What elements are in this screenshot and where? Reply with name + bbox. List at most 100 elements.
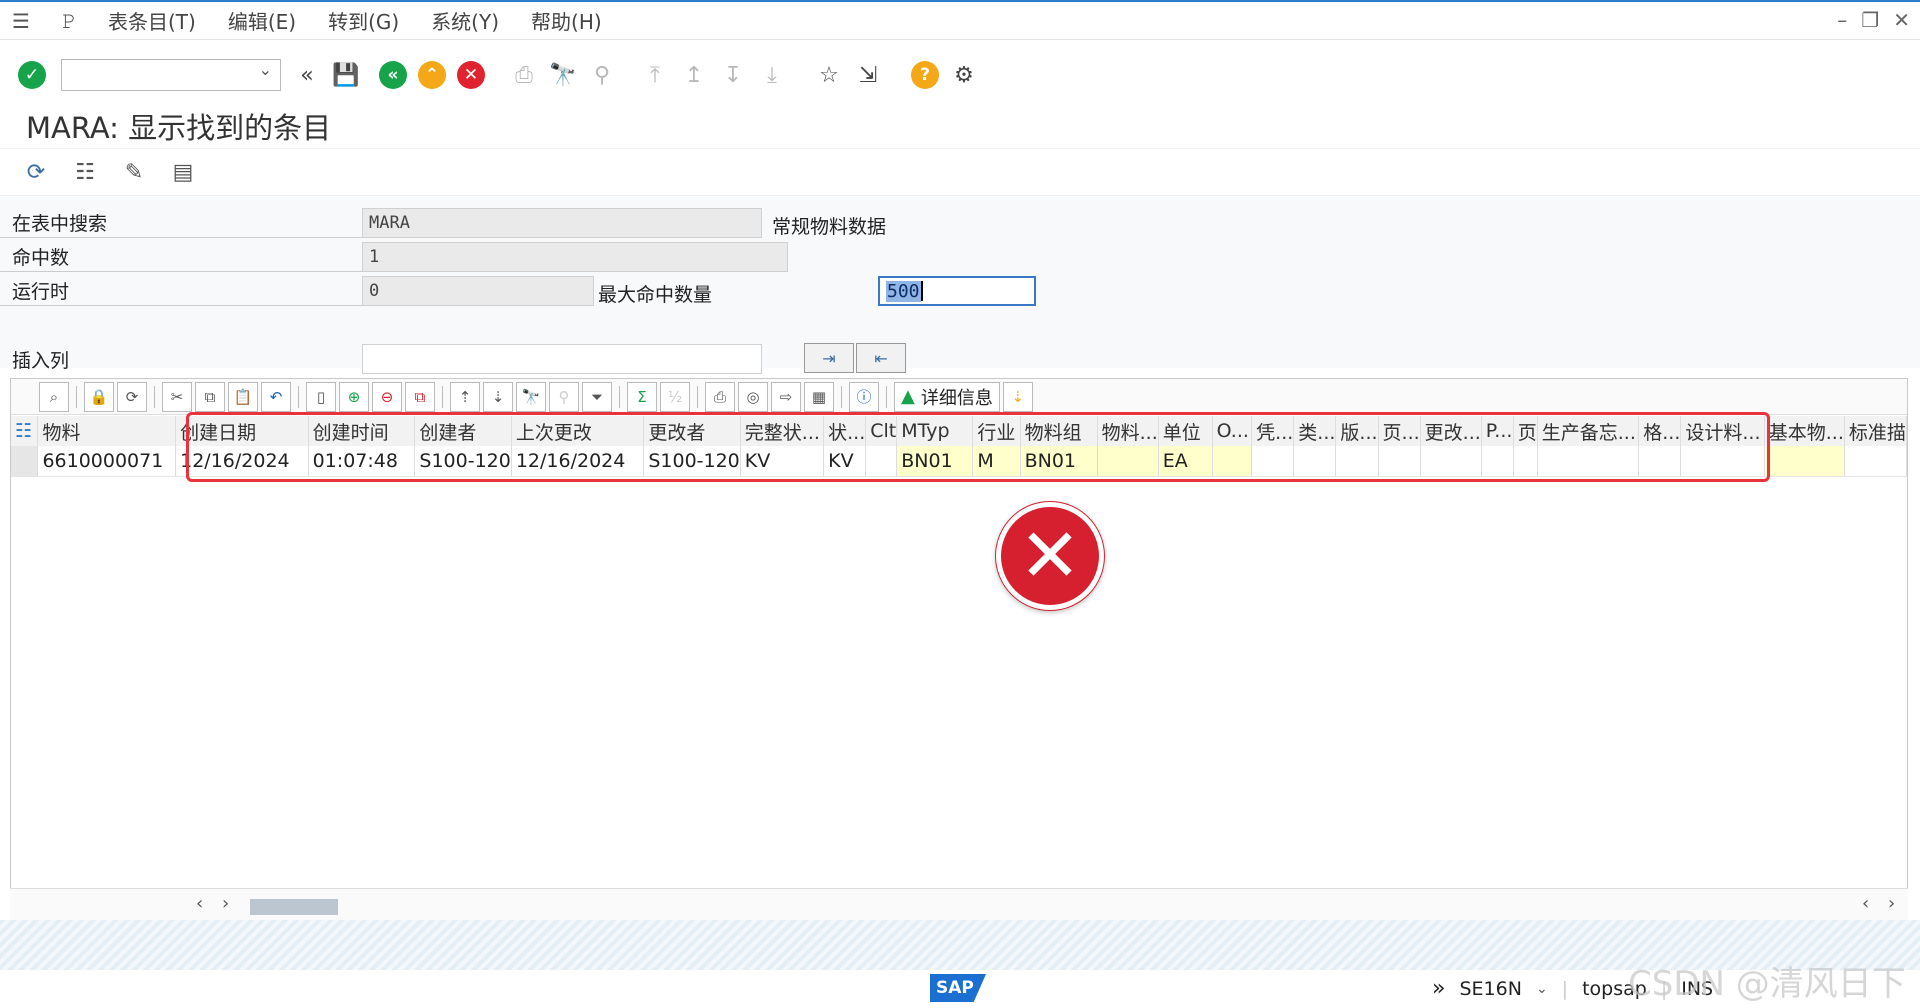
back-icon: «	[379, 61, 407, 89]
print-preview-icon[interactable]: ⎙	[705, 381, 735, 412]
total-icon[interactable]: Σ	[627, 381, 657, 412]
selection-criteria-icon[interactable]: ☷	[67, 154, 103, 190]
menu-edit[interactable]: 编辑(E)	[228, 6, 296, 35]
max-hits-input[interactable]: 500	[878, 276, 1036, 306]
show-details-icon[interactable]: ⌕	[39, 381, 69, 412]
scroll-left-icon[interactable]: ‹	[196, 893, 203, 914]
first-page-icon[interactable]: ⤒	[637, 57, 673, 93]
column-header[interactable]: 物料	[37, 416, 177, 446]
sort-descending-icon[interactable]: ⇣	[483, 381, 513, 412]
display-document-icon[interactable]: ▤	[165, 154, 201, 190]
close-icon[interactable]: ✕	[1893, 8, 1910, 32]
sort-ascending-icon[interactable]: ⇡	[450, 381, 480, 412]
find-in-grid-icon[interactable]: 🔭	[516, 381, 546, 412]
dropdown-icon[interactable]: ⌄	[1536, 981, 1548, 997]
scroll-right-end-icon[interactable]: ›	[1888, 893, 1895, 914]
detail-info-button[interactable]: ▲ 详细信息	[894, 381, 1000, 412]
create-shortcut-icon[interactable]: ⇲	[850, 57, 886, 93]
runtime-label: 运行时	[0, 276, 362, 306]
find-next-icon[interactable]: ⚲	[584, 57, 620, 93]
insert-column-input[interactable]	[362, 344, 762, 374]
checkmark-icon: ✓	[18, 61, 46, 89]
search-table-label: 在表中搜索	[0, 208, 362, 238]
scrollbar-thumb[interactable]	[250, 899, 338, 915]
window-controls: – ❐ ✕	[1837, 8, 1910, 32]
copy-icon[interactable]: ⧉	[195, 381, 225, 412]
paste-icon[interactable]: 📋	[228, 381, 258, 412]
text-cursor	[920, 281, 923, 301]
search-table-field: MARA	[362, 208, 762, 238]
menu-toggle-icon[interactable]: ☰	[6, 6, 36, 36]
scroll-right-icon[interactable]: ›	[222, 893, 229, 914]
sort-info-icon[interactable]: ⇣	[1002, 381, 1033, 412]
grid-toolbar: ⌕ 🔒 ⟳ ✂ ⧉ 📋 ↶ ▯ ⊕ ⊖ ⧉ ⇡ ⇣ 🔭 ⚲ ⏷ Σ ½ ⎙ ◎ …	[11, 379, 1907, 415]
separator: |	[1561, 977, 1569, 1000]
refresh-icon[interactable]: ⟳	[18, 154, 54, 190]
table-cell[interactable]	[1764, 446, 1845, 477]
find-icon[interactable]: 🔭	[545, 57, 581, 93]
subtotal-icon[interactable]: ½	[660, 381, 690, 412]
print-icon[interactable]: ⎙	[506, 57, 542, 93]
menu-table-entry[interactable]: 表条目(T)	[108, 6, 196, 35]
enter-button[interactable]: ✓	[14, 57, 50, 93]
duplicate-row-icon[interactable]: ⧉	[405, 381, 435, 412]
delete-row-icon[interactable]: ⊖	[372, 381, 402, 412]
sap-gui-options-icon[interactable]: 𝙿	[54, 6, 84, 36]
cut-icon[interactable]: ✂	[162, 381, 192, 412]
search-table-description: 常规物料数据	[772, 216, 887, 238]
table-cell[interactable]: 6610000071	[37, 446, 177, 477]
menu-goto[interactable]: 转到(G)	[328, 6, 399, 35]
max-hits-value: 500	[886, 280, 921, 302]
column-header[interactable]: 基本物...	[1764, 416, 1845, 446]
info-icon[interactable]: ⓘ	[849, 381, 879, 412]
new-row-icon[interactable]: ▯	[306, 381, 336, 412]
transaction-code: SE16N	[1459, 977, 1522, 1000]
scroll-left-end-icon[interactable]: ‹	[1862, 893, 1869, 914]
undo-icon[interactable]: ↶	[261, 381, 291, 412]
standard-toolbar: ✓ « 💾 « ⌃ ✕ ⎙ 🔭 ⚲ ⤒ ↥ ↧ ⤓ ☆ ⇲ ? ⚙	[0, 44, 1920, 106]
back-button[interactable]: «	[375, 57, 411, 93]
exit-icon: ⌃	[418, 61, 446, 89]
watermark: CSDN @清风日下	[1628, 964, 1906, 1004]
help-icon: ?	[911, 61, 939, 89]
exit-button[interactable]: ⌃	[414, 57, 450, 93]
save-icon[interactable]: 💾	[328, 57, 364, 93]
next-page-icon[interactable]: ↧	[715, 57, 751, 93]
create-session-icon[interactable]: ☆	[811, 57, 847, 93]
previous-page-icon[interactable]: ↥	[676, 57, 712, 93]
insert-row-icon[interactable]: ⊕	[339, 381, 369, 412]
technical-settings-icon[interactable]: ✎	[116, 154, 152, 190]
cancel-button[interactable]: ✕	[453, 57, 489, 93]
cancel-icon: ✕	[457, 61, 485, 89]
export-icon[interactable]: ⇨	[771, 381, 801, 412]
layout-icon[interactable]: ▦	[804, 381, 834, 412]
row-selector[interactable]	[11, 446, 39, 477]
restore-icon[interactable]: ❐	[1861, 8, 1879, 32]
settings-gear-icon[interactable]: ⚙	[946, 57, 982, 93]
grid-refresh-icon[interactable]: ⟳	[117, 381, 147, 412]
error-x-icon: ✕	[996, 502, 1104, 610]
lock-icon[interactable]: 🔒	[84, 381, 114, 412]
table-cell[interactable]	[1844, 446, 1908, 477]
select-all-icon[interactable]: ☷	[11, 416, 39, 446]
minimize-icon[interactable]: –	[1837, 8, 1847, 32]
expand-status-icon[interactable]: »	[1432, 976, 1445, 1001]
collapse-command-icon[interactable]: «	[289, 57, 325, 93]
remove-column-button[interactable]: ⇤	[856, 343, 906, 373]
mountain-icon: ▲	[901, 386, 915, 407]
find-next-grid-icon[interactable]: ⚲	[549, 381, 579, 412]
hits-label: 命中数	[0, 242, 362, 272]
command-field[interactable]	[61, 59, 281, 91]
last-page-icon[interactable]: ⤓	[754, 57, 790, 93]
horizontal-scrollbar[interactable]: ‹ › ‹ ›	[10, 888, 1908, 920]
selection-form: 在表中搜索 MARA 常规物料数据 命中数 1 运行时 0 最大命中数量 500…	[0, 196, 1920, 372]
hits-field: 1	[362, 242, 788, 272]
page-title: MARA: 显示找到的条目	[26, 111, 332, 145]
menu-help[interactable]: 帮助(H)	[531, 6, 602, 35]
insert-column-button[interactable]: ⇥	[804, 343, 854, 373]
column-header[interactable]: 标准描	[1844, 416, 1908, 446]
views-icon[interactable]: ◎	[738, 381, 768, 412]
help-button[interactable]: ?	[907, 57, 943, 93]
filter-icon[interactable]: ⏷	[582, 381, 612, 412]
menu-system[interactable]: 系统(Y)	[431, 6, 499, 35]
